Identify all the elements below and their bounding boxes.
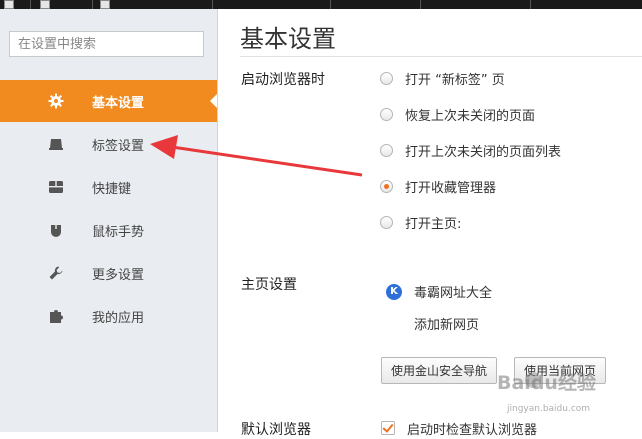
tab-divider [420, 0, 421, 9]
page-title: 基本设置 [240, 25, 336, 53]
radio-label: 打开主页: [405, 216, 462, 232]
checkbox-label: 启动时检查默认浏览器 [407, 423, 538, 438]
use-kingsoft-nav-button[interactable]: 使用金山安全导航 [381, 357, 498, 384]
startup-option-session-list[interactable]: 打开上次未关闭的页面列表 [380, 140, 561, 160]
sidebar-item-shortcuts[interactable]: 快捷键 [0, 166, 217, 208]
radio-button[interactable] [380, 143, 393, 157]
radio-button[interactable] [380, 215, 393, 229]
sidebar-item-label: 更多设置 [92, 267, 145, 283]
startup-option-new-tab[interactable]: 打开 “新标签” 页 [380, 68, 505, 88]
startup-option-bookmark-manager[interactable]: 打开收藏管理器 [380, 176, 496, 196]
sidebar-item-more-settings[interactable]: 更多设置 [0, 252, 217, 294]
browser-tab[interactable] [40, 0, 54, 9]
default-browser-section-label: 默认浏览器 [241, 422, 311, 438]
keyboard-icon [49, 181, 63, 193]
kingsoft-k-icon: K [386, 283, 402, 300]
sidebar-item-label: 基本设置 [92, 95, 145, 111]
homepage-site-name: 毒霸网址大全 [414, 286, 493, 301]
sidebar-item-mouse-gestures[interactable]: 鼠标手势 [0, 209, 217, 251]
add-new-page-link[interactable]: 添加新网页 [414, 314, 479, 333]
startup-section-label: 启动浏览器时 [241, 72, 325, 88]
sidebar-item-basic-settings[interactable]: 基本设置 [0, 80, 217, 122]
tab-divider [330, 0, 331, 9]
radio-label: 打开 “新标签” 页 [405, 72, 505, 88]
wrench-icon [49, 266, 63, 280]
homepage-entry[interactable]: K 毒霸网址大全 [386, 282, 492, 301]
tab-divider [92, 0, 93, 9]
mouse-icon [51, 223, 61, 237]
tab-divider [530, 0, 531, 9]
radio-button-selected[interactable] [380, 179, 393, 193]
gear-icon [48, 93, 64, 109]
browser-tab[interactable] [4, 0, 18, 9]
sidebar-item-label: 鼠标手势 [92, 224, 145, 240]
tab-divider [30, 0, 31, 9]
homepage-section-label: 主页设置 [241, 277, 297, 293]
settings-search-input[interactable] [9, 31, 204, 57]
browser-tab-strip [0, 0, 642, 9]
startup-option-restore-session[interactable]: 恢复上次未关闭的页面 [380, 104, 535, 124]
check-default-browser-checkbox[interactable] [381, 421, 395, 435]
radio-label: 打开收藏管理器 [405, 180, 497, 196]
radio-button[interactable] [380, 107, 393, 121]
sidebar-item-my-apps[interactable]: 我的应用 [0, 295, 217, 337]
startup-option-homepage[interactable]: 打开主页: [380, 212, 461, 232]
sidebar-item-tab-settings[interactable]: 标签设置 [0, 123, 217, 165]
divider [240, 56, 642, 57]
radio-label: 恢复上次未关闭的页面 [405, 108, 536, 124]
browser-tab[interactable] [100, 0, 114, 9]
sidebar-item-label: 我的应用 [92, 310, 145, 326]
settings-sidebar: 基本设置 标签设置 快捷键 鼠标手势 更多设置 我的应用 [0, 9, 218, 432]
tab-icon [49, 139, 63, 150]
radio-label: 打开上次未关闭的页面列表 [405, 144, 562, 160]
watermark-url: jingyan.baidu.com [507, 404, 591, 414]
watermark: Baidu经验 [497, 372, 596, 394]
sidebar-item-label: 标签设置 [92, 138, 145, 154]
sidebar-item-label: 快捷键 [92, 181, 132, 197]
puzzle-icon [50, 310, 63, 323]
radio-button[interactable] [380, 71, 393, 85]
tab-divider [212, 0, 213, 9]
